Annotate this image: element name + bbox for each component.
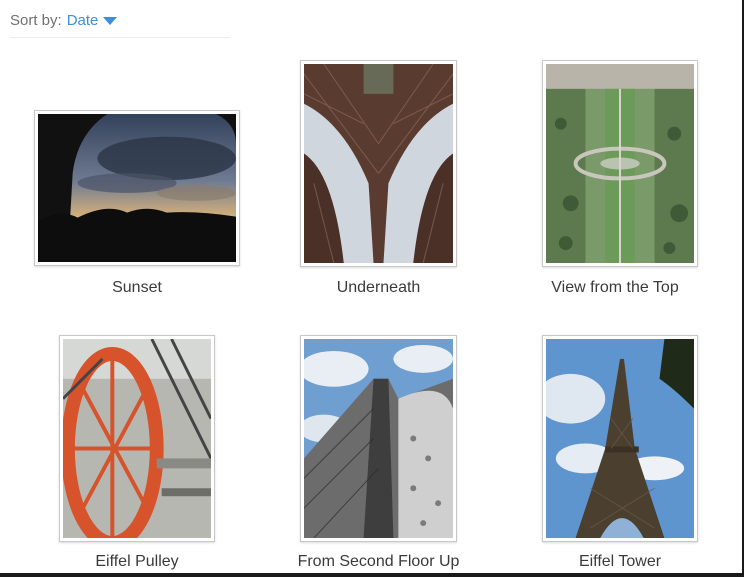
photo-thumbnail[interactable] xyxy=(34,110,240,266)
eiffel-tower-image xyxy=(546,339,694,538)
photo-caption[interactable]: Sunset xyxy=(34,279,240,297)
photo-caption[interactable]: From Second Floor Up xyxy=(270,553,487,571)
sort-bar: Sort by: Date xyxy=(10,12,118,29)
photo-thumbnail[interactable] xyxy=(542,60,698,267)
photo-caption[interactable]: Underneath xyxy=(300,279,457,297)
sortbar-divider xyxy=(10,37,230,38)
pulley-image xyxy=(63,339,211,538)
sunset-image xyxy=(38,114,236,262)
photo-caption[interactable]: Eiffel Pulley xyxy=(59,553,215,571)
sort-label: Sort by: xyxy=(10,12,62,29)
window-bottom-edge xyxy=(0,573,744,577)
second-floor-image xyxy=(304,339,453,538)
underneath-image xyxy=(304,64,453,263)
photo-thumbnail[interactable] xyxy=(542,335,698,542)
chevron-down-icon[interactable] xyxy=(103,16,118,25)
photo-caption[interactable]: View from the Top xyxy=(530,279,700,297)
photo-thumbnail[interactable] xyxy=(300,335,457,542)
photo-thumbnail[interactable] xyxy=(300,60,457,267)
photo-thumbnail[interactable] xyxy=(59,335,215,542)
photo-caption[interactable]: Eiffel Tower xyxy=(542,553,698,571)
sort-dropdown-value[interactable]: Date xyxy=(67,12,99,29)
view-from-top-image xyxy=(546,64,694,263)
